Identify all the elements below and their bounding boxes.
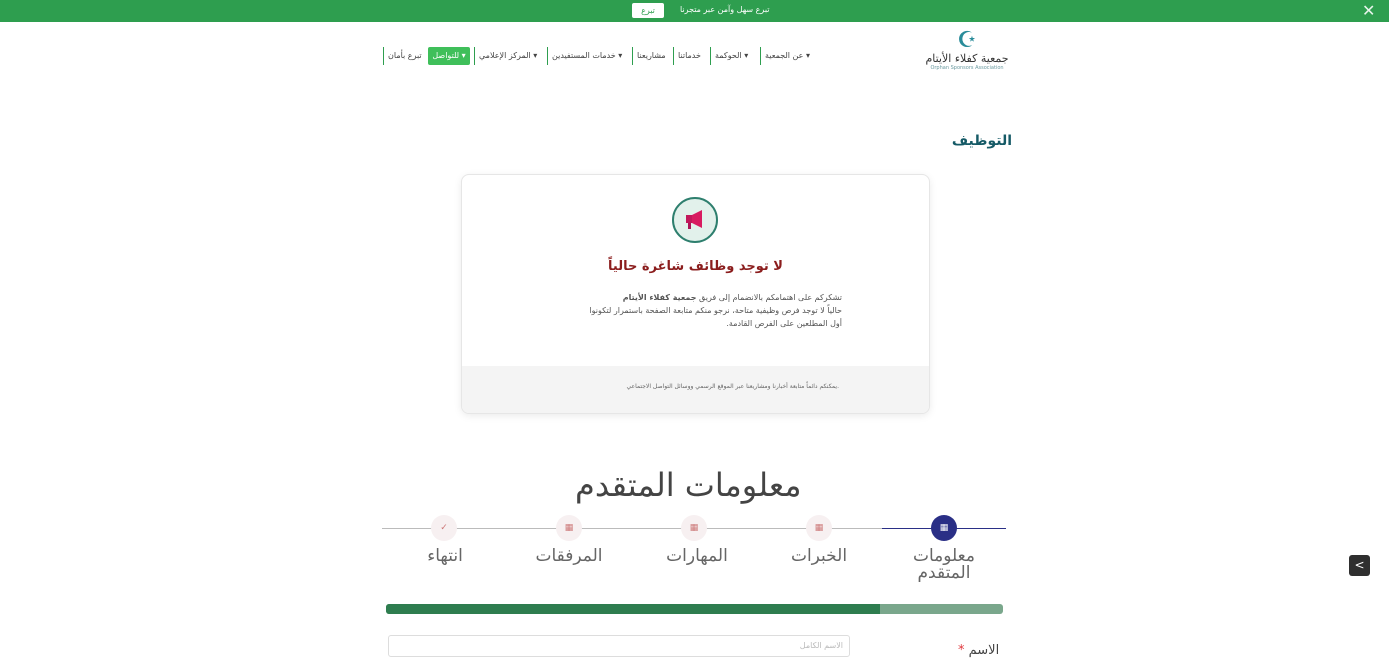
body-prefix: تشكركم على اهتمامكم بالانضمام إلى فريق xyxy=(696,293,842,302)
step-finish-icon[interactable]: ✓ xyxy=(431,515,457,541)
form-progress-bar xyxy=(386,604,1003,614)
step-label-attachments[interactable]: المرفقات xyxy=(522,548,616,565)
logo-english: Orphan Sponsors Association xyxy=(930,65,1004,71)
card-footer: يمكنكم دائماً متابعة أخبارنا ومشاريعنا ع… xyxy=(462,366,929,413)
page-title: التوظيف xyxy=(951,133,1012,149)
body-line-2: حالياً لا توجد فرص وظيفية متاحة، نرجو من… xyxy=(589,306,842,315)
card-body: تشكركم على اهتمامكم بالانضمام إلى فريق ج… xyxy=(502,291,842,330)
nav-item-governance[interactable]: الحوكمة ▾ xyxy=(710,47,748,65)
nav-item-donate-safely[interactable]: تبرع بأمان xyxy=(383,47,422,65)
nav-item-projects[interactable]: مشاريعنا xyxy=(632,47,666,65)
no-vacancies-card: لا توجد وظائف شاغرة حالياً تشكركم على اه… xyxy=(461,174,930,414)
step-applicant-info-icon[interactable]: ▦ xyxy=(931,515,957,541)
donate-button[interactable]: تبرع xyxy=(632,3,664,18)
name-label-text: الاسم xyxy=(968,643,1000,658)
step-attachments-icon[interactable]: ▦ xyxy=(556,515,582,541)
form-progress-fill xyxy=(386,604,880,614)
nav-item-media-center[interactable]: المركز الإعلامي ▾ xyxy=(474,47,537,65)
name-field-label: * الاسم xyxy=(958,643,999,658)
announcement-bar: تبرع سهل وآمن عبر متجرنا تبرع ✕ xyxy=(0,0,1389,22)
step-label-experience[interactable]: الخبرات xyxy=(772,548,866,565)
org-name: جمعية كفلاء الأيتام xyxy=(622,293,697,302)
step-label-applicant-info[interactable]: معلومات المتقدم xyxy=(895,548,993,582)
megaphone-icon xyxy=(672,197,718,243)
nav-item-about[interactable]: عن الجمعية ▾ xyxy=(760,47,810,65)
main-nav: عن الجمعية ▾ الحوكمة ▾ خدماتنا مشاريعنا … xyxy=(0,47,1389,65)
step-experience-icon[interactable]: ▦ xyxy=(806,515,832,541)
share-icon[interactable]: < xyxy=(1349,555,1370,576)
body-line-3: أول المطلعين على الفرص القادمة. xyxy=(726,319,842,328)
step-skills-icon[interactable]: ▦ xyxy=(681,515,707,541)
no-vacancies-heading: لا توجد وظائف شاغرة حالياً xyxy=(608,259,783,274)
nav-item-services[interactable]: خدماتنا xyxy=(673,47,701,65)
card-footer-text: يمكنكم دائماً متابعة أخبارنا ومشاريعنا ع… xyxy=(626,383,840,390)
nav-item-beneficiary-services[interactable]: خدمات المستفيدين ▾ xyxy=(547,47,622,65)
required-mark: * xyxy=(958,643,965,658)
form-title: معلومات المتقدم xyxy=(575,466,802,504)
name-input[interactable]: الاسم الكامل xyxy=(388,635,850,657)
announcement-text: تبرع سهل وآمن عبر متجرنا xyxy=(680,5,770,14)
step-label-skills[interactable]: المهارات xyxy=(650,548,744,565)
contact-button[interactable]: للتواصل ▾ xyxy=(428,47,470,65)
step-label-finish[interactable]: انتهاء xyxy=(398,548,492,565)
close-icon[interactable]: ✕ xyxy=(1362,1,1375,20)
